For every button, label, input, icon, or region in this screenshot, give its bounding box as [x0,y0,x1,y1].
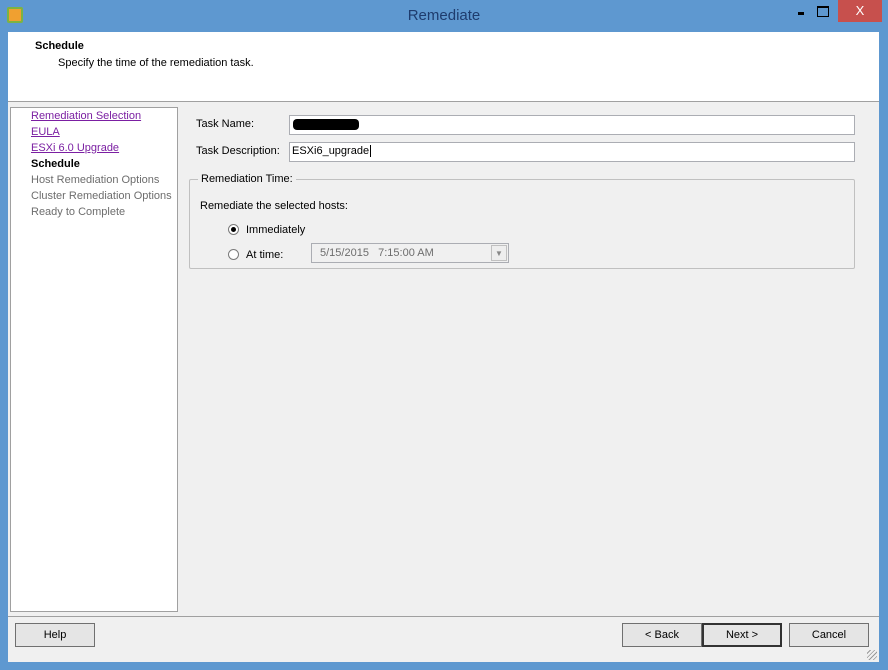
step-cluster-remediation-options: Cluster Remediation Options [31,190,172,202]
remediation-time-legend: Remediation Time: [198,173,296,185]
cancel-button[interactable]: Cancel [789,623,869,647]
task-name-label: Task Name: [196,118,255,130]
minimize-button[interactable] [790,0,814,22]
dialog-body: Schedule Specify the time of the remedia… [8,32,879,662]
wizard-steps: Remediation Selection EULA ESXi 6.0 Upgr… [10,107,178,612]
at-time-label[interactable]: At time: [246,249,283,261]
task-description-label: Task Description: [196,145,280,157]
resize-grip[interactable] [867,650,877,660]
wizard-header: Schedule Specify the time of the remedia… [8,32,879,102]
task-description-input[interactable]: ESXi6_upgrade [289,142,855,162]
divider [8,616,879,617]
step-ready-to-complete: Ready to Complete [31,206,126,218]
step-eula[interactable]: EULA [31,126,60,138]
help-button[interactable]: Help [15,623,95,647]
datetime-picker: 5/15/2015 7:15:00 AM ▼ [311,243,509,263]
title-bar: Remediate X [0,0,888,32]
back-button[interactable]: < Back [622,623,702,647]
step-schedule: Schedule [31,158,80,170]
immediately-label[interactable]: Immediately [246,224,305,236]
redacted-text [293,119,359,130]
task-description-value: ESXi6_upgrade [292,145,370,157]
maximize-button[interactable] [812,0,836,22]
task-name-input[interactable] [289,115,855,135]
immediately-radio[interactable] [228,224,239,235]
page-subtitle: Specify the time of the remediation task… [58,57,254,69]
step-esxi-upgrade[interactable]: ESXi 6.0 Upgrade [31,142,119,154]
at-time-radio[interactable] [228,249,239,260]
step-remediation-selection[interactable]: Remediation Selection [31,110,141,122]
close-button[interactable]: X [838,0,882,22]
chevron-down-icon: ▼ [491,245,507,261]
remediate-prompt: Remediate the selected hosts: [200,200,348,212]
datetime-value: 5/15/2015 7:15:00 AM [320,247,434,259]
remediation-time-group: Remediation Time: Remediate the selected… [189,173,855,269]
page-title: Schedule [35,40,84,52]
step-host-remediation-options: Host Remediation Options [31,174,160,186]
next-button[interactable]: Next > [702,623,782,647]
window-title: Remediate [407,7,481,24]
